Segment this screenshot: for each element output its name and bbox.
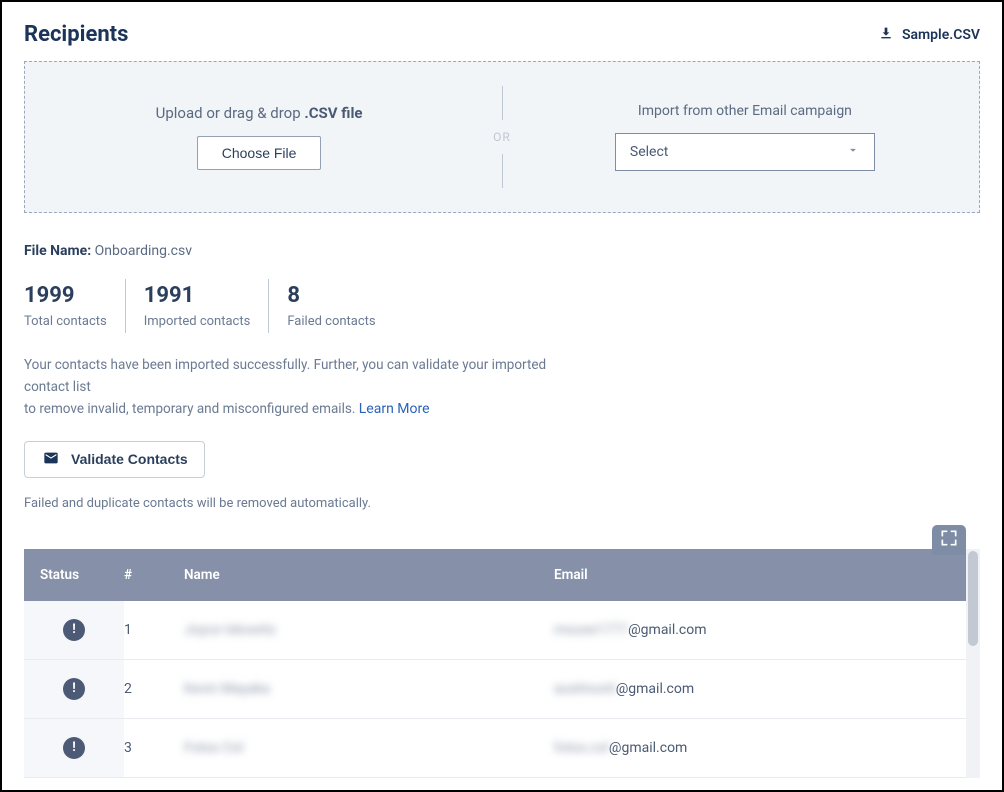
campaign-select-placeholder: Select <box>630 144 668 160</box>
import-success-message: Your contacts have been imported success… <box>24 355 584 421</box>
contact-email: fotos.col@gmail.com <box>554 740 966 756</box>
auto-remove-note: Failed and duplicate contacts will be re… <box>24 496 980 511</box>
contacts-table: Status # Name Email ! 1 Joyce Iskowitz m… <box>24 549 966 778</box>
validate-contacts-label: Validate Contacts <box>71 451 188 467</box>
validate-contacts-button[interactable]: Validate Contacts <box>24 441 205 478</box>
contact-name: Kevin Mayaka <box>184 681 554 697</box>
table-header: Status # Name Email <box>24 549 966 601</box>
status-warning-icon: ! <box>63 678 85 700</box>
choose-file-button[interactable]: Choose File <box>197 136 322 170</box>
download-icon <box>878 25 894 45</box>
dropzone-divider: OR <box>493 86 511 188</box>
stat-imported: 1991 Imported contacts <box>126 279 270 333</box>
table-row[interactable]: ! 3 Fotos Col fotos.col@gmail.com <box>24 719 966 778</box>
mail-icon <box>41 450 61 469</box>
contact-name: Joyce Iskowitz <box>184 622 554 638</box>
expand-table-button[interactable] <box>932 525 966 555</box>
sample-csv-link[interactable]: Sample.CSV <box>878 25 980 45</box>
learn-more-link[interactable]: Learn More <box>359 401 430 417</box>
row-number: 2 <box>124 681 184 697</box>
stats-row: 1999 Total contacts 1991 Imported contac… <box>24 279 980 333</box>
row-number: 3 <box>124 740 184 756</box>
table-row[interactable]: ! 1 Joyce Iskowitz mouse1777@gmail.com <box>24 601 966 660</box>
scrollbar-thumb[interactable] <box>968 551 978 646</box>
chevron-down-icon <box>846 143 860 161</box>
table-scrollbar[interactable] <box>966 549 980 778</box>
expand-icon <box>939 528 959 552</box>
file-name-row: File Name: Onboarding.csv <box>24 243 980 259</box>
sample-csv-label: Sample.CSV <box>902 27 980 43</box>
stat-total: 1999 Total contacts <box>24 279 126 333</box>
stat-failed: 8 Failed contacts <box>269 279 393 333</box>
status-warning-icon: ! <box>63 619 85 641</box>
contact-email: austinunit@gmail.com <box>554 681 966 697</box>
page-title: Recipients <box>24 22 128 47</box>
upload-dropzone[interactable]: Upload or drag & drop .CSV file Choose F… <box>24 61 980 213</box>
contact-email: mouse1777@gmail.com <box>554 622 966 638</box>
table-row[interactable]: ! 2 Kevin Mayaka austinunit@gmail.com <box>24 660 966 719</box>
upload-instruction: Upload or drag & drop .CSV file <box>156 104 363 122</box>
contact-name: Fotos Col <box>184 740 554 756</box>
import-instruction: Import from other Email campaign <box>638 103 852 119</box>
row-number: 1 <box>124 622 184 638</box>
status-warning-icon: ! <box>63 737 85 759</box>
campaign-select[interactable]: Select <box>615 133 875 171</box>
